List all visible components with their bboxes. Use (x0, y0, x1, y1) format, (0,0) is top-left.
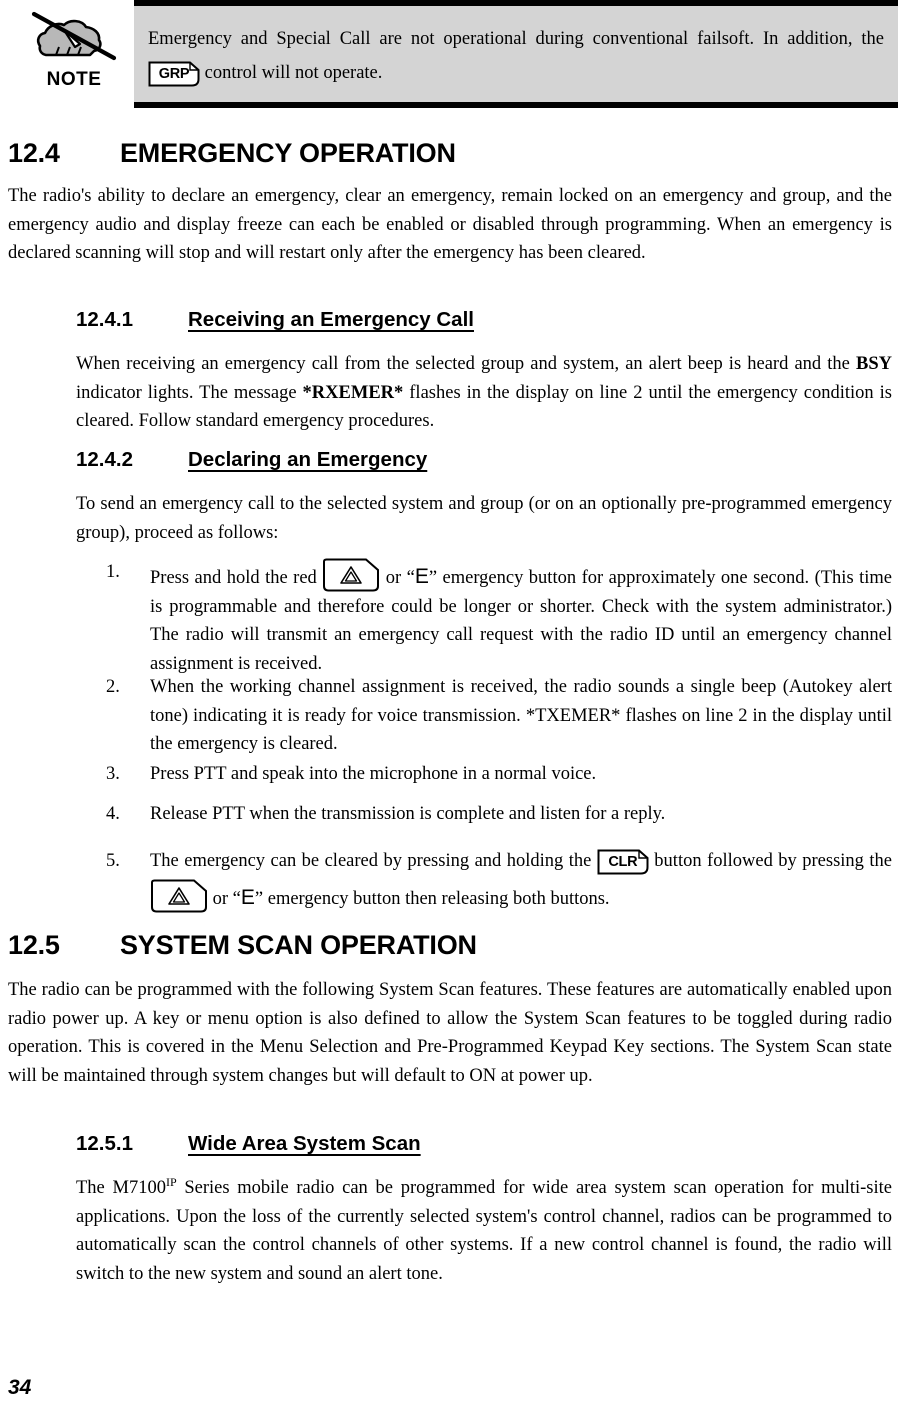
bsy-indicator-label: BSY (856, 354, 892, 374)
note-label: NOTE (46, 69, 102, 90)
heading-12-4: 12.4 EMERGENCY OPERATION (8, 138, 456, 169)
paragraph-12-4-intro: The radio's ability to declare an emerge… (8, 186, 892, 263)
p1241-a: When receiving an emergency call from th… (76, 354, 856, 374)
clr-key-label: CLR (608, 853, 638, 870)
list-item-marker: 3. (106, 764, 120, 784)
p1241-b: indicator lights. The message (76, 382, 303, 403)
step5-c: or “ (208, 889, 241, 909)
emergency-e-letter: E (240, 886, 255, 909)
note-text: Emergency and Special Call are not opera… (148, 22, 884, 90)
list-item: 1. Press and hold the red or “E” emergen… (106, 558, 892, 678)
clr-key-icon: CLR (597, 849, 649, 875)
note-box: Emergency and Special Call are not opera… (134, 0, 898, 108)
heading-12-5: 12.5 SYSTEM SCAN OPERATION (8, 930, 477, 961)
heading-12-5-title: SYSTEM SCAN OPERATION (120, 930, 477, 960)
heading-12-4-number: 12.4 (8, 138, 60, 168)
note-icon-column: NOTE (18, 6, 130, 89)
step5-d: ” emergency button then releasing both b… (254, 889, 610, 909)
list-item: 5. The emergency can be cleared by press… (106, 843, 892, 917)
list-item-text: Press PTT and speak into the microphone … (150, 764, 597, 784)
list-item-text: The emergency can be cleared by pressing… (150, 843, 892, 917)
heading-12-4-1-title: Receiving an Emergency Call (188, 308, 474, 331)
heading-12-5-1: 12.5.1 Wide Area System Scan (76, 1132, 421, 1156)
paragraph-12-4-1: When receiving an emergency call from th… (76, 350, 892, 436)
list-item-marker: 2. (106, 677, 120, 697)
heading-12-5-number: 12.5 (8, 930, 60, 960)
heading-12-4-1: 12.4.1 Receiving an Emergency Call (76, 308, 474, 332)
emergency-e-letter: E (414, 565, 429, 588)
grp-key-icon: GRP (148, 61, 200, 87)
list-item-marker: 5. (106, 851, 120, 871)
heading-12-5-1-number: 12.5.1 (76, 1132, 133, 1155)
emergency-triangle-key-icon (322, 558, 380, 592)
paragraph-12-4-2-intro: To send an emergency call to the selecte… (76, 494, 892, 543)
list-item-marker: 4. (106, 804, 120, 824)
list-item: 3. Press PTT and speak into the micropho… (106, 760, 892, 789)
p1251-b: Series mobile radio can be programmed fo… (76, 1178, 892, 1284)
paragraph-12-5-intro: The radio can be programmed with the fol… (8, 980, 892, 1086)
document-page: NOTE Emergency and Special Call are not … (0, 0, 900, 1420)
note-text-before: Emergency and Special Call are not opera… (148, 29, 884, 49)
hand-with-pencil-crossed-out-icon (18, 6, 130, 68)
list-item-text: Press and hold the red or “E” emergency … (150, 558, 892, 678)
list-item: 4. Release PTT when the transmission is … (106, 800, 892, 829)
step1-a: Press and hold the red (150, 568, 323, 588)
step1-b: or “ (380, 568, 415, 588)
m7100-ip-superscript: IP (165, 1174, 177, 1189)
list-item: 2. When the working channel assignment i… (106, 673, 892, 759)
note-text-after: control will not operate. (200, 63, 383, 83)
heading-12-4-title: EMERGENCY OPERATION (120, 138, 456, 168)
list-item-marker: 1. (106, 562, 120, 582)
step5-b: button followed by pressing the (648, 851, 892, 871)
heading-12-4-2-title: Declaring an Emergency (188, 448, 428, 471)
p1251-a: The M7100 (76, 1178, 166, 1198)
list-item-text: Release PTT when the transmission is com… (150, 804, 666, 824)
note-callout: NOTE Emergency and Special Call are not … (0, 0, 900, 112)
grp-key-label: GRP (158, 65, 190, 82)
page-number: 34 (8, 1376, 32, 1399)
heading-12-4-1-number: 12.4.1 (76, 308, 133, 331)
heading-12-5-1-title: Wide Area System Scan (188, 1132, 421, 1155)
step5-a: The emergency can be cleared by pressing… (150, 851, 597, 871)
heading-12-4-2: 12.4.2 Declaring an Emergency (76, 448, 427, 472)
rxemer-message-label: *RXEMER* (302, 382, 404, 403)
emergency-triangle-key-icon (150, 879, 208, 913)
heading-12-4-2-number: 12.4.2 (76, 448, 133, 471)
list-item-text: When the working channel assignment is r… (150, 677, 892, 754)
paragraph-12-5-1: The M7100IP Series mobile radio can be p… (76, 1174, 892, 1288)
